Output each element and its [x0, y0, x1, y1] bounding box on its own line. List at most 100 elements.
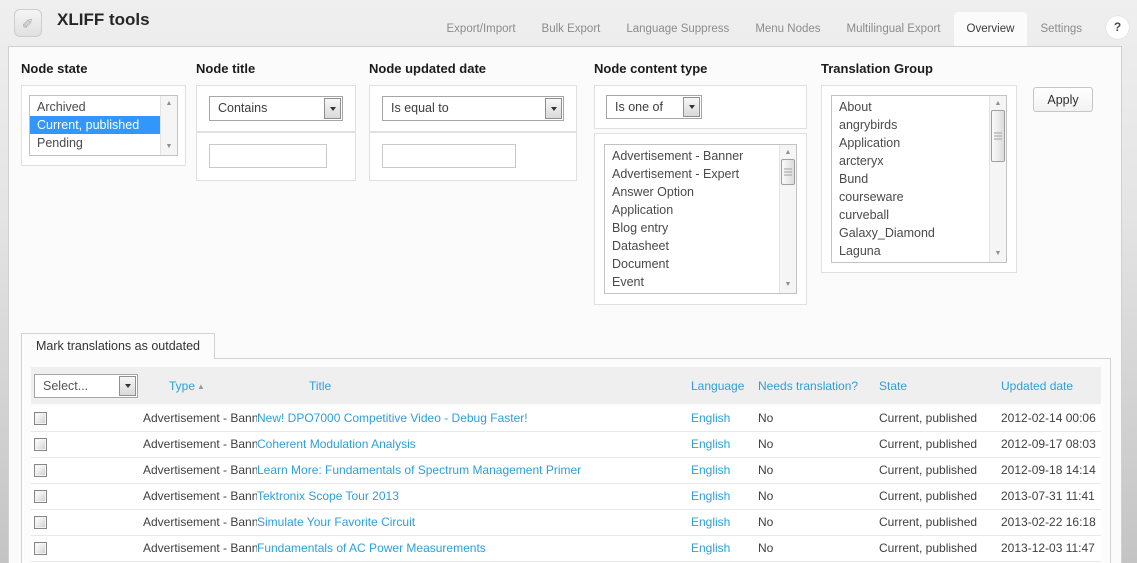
row-language-link[interactable]: English — [691, 411, 730, 425]
scrollbar-thumb[interactable] — [991, 110, 1005, 162]
row-checkbox[interactable] — [34, 490, 47, 504]
cell-state: Current, published — [879, 515, 978, 529]
row-language-link[interactable]: English — [691, 437, 730, 451]
listbox-option[interactable]: Archived — [30, 98, 160, 116]
node-state-label: Node state — [21, 61, 88, 76]
listbox-option[interactable]: angrybirds — [832, 116, 989, 134]
row-checkbox[interactable] — [34, 516, 47, 530]
column-header-state[interactable]: State — [879, 379, 907, 393]
listbox-option[interactable]: Laguna — [832, 242, 989, 260]
listbox-option[interactable]: Galaxy_Diamond — [832, 224, 989, 242]
nav-tab[interactable]: Bulk Export — [529, 12, 614, 46]
column-header-needs-translation[interactable]: Needs translation? — [758, 379, 858, 393]
cell-updated-date: 2012-09-18 14:14 — [1001, 463, 1096, 477]
node-title-operator-select[interactable]: Contains — [209, 96, 343, 121]
filter-node-title: Node title Contains — [196, 61, 356, 181]
row-language-link[interactable]: English — [691, 489, 730, 503]
bulk-action-select[interactable]: Select... — [34, 373, 138, 398]
row-title-link[interactable]: Fundamentals of AC Power Measurements — [257, 541, 486, 555]
scrollbar-thumb[interactable] — [781, 159, 795, 185]
scroll-up-icon[interactable]: ▲ — [780, 147, 796, 159]
row-language-link[interactable]: English — [691, 541, 730, 555]
scrollbar[interactable]: ▲ ▼ — [779, 145, 796, 293]
listbox-option[interactable]: About — [832, 98, 989, 116]
listbox-option[interactable]: Document — [605, 255, 779, 273]
cell-updated-date: 2013-07-31 11:41 — [1001, 489, 1095, 503]
scroll-down-icon[interactable]: ▼ — [780, 279, 796, 291]
column-header-language[interactable]: Language — [691, 379, 744, 393]
listbox-option[interactable]: Pending — [30, 134, 160, 152]
listbox-option[interactable]: Application — [832, 134, 989, 152]
cell-type: Advertisement - Banner — [143, 515, 257, 529]
bulk-action-value: Select... — [43, 378, 89, 393]
nav-tab[interactable]: Language Suppress — [613, 12, 742, 46]
cell-needs-translation: No — [758, 541, 774, 555]
apply-button[interactable]: Apply — [1033, 87, 1093, 112]
scrollbar[interactable]: ▲ ▼ — [989, 96, 1006, 262]
column-header-updated-date[interactable]: Updated date — [1001, 379, 1073, 393]
listbox-option[interactable]: Advertisement - Expert — [605, 165, 779, 183]
edit-page-button[interactable]: ✎ — [14, 9, 42, 37]
row-language-link[interactable]: English — [691, 463, 730, 477]
row-checkbox[interactable] — [34, 464, 47, 478]
node-updated-operator-select[interactable]: Is equal to — [382, 96, 564, 121]
content-type-list-box: Advertisement - Banner Advertisement - E… — [594, 133, 807, 305]
listbox-option[interactable]: Bund — [832, 170, 989, 188]
row-title-link[interactable]: Learn More: Fundamentals of Spectrum Man… — [257, 463, 581, 477]
nav-tab[interactable]: Multilingual Export — [834, 12, 954, 46]
node-content-type-label: Node content type — [594, 61, 708, 76]
row-title-link[interactable]: New! DPO7000 Competitive Video - Debug F… — [257, 411, 528, 425]
chevron-down-icon[interactable] — [324, 98, 341, 119]
listbox-option[interactable]: Event — [605, 273, 779, 291]
listbox-option[interactable]: arcteryx — [832, 152, 989, 170]
cell-state: Current, published — [879, 411, 978, 426]
cell-needs-translation: No — [758, 437, 774, 451]
mark-translations-outdated-tab[interactable]: Mark translations as outdated — [21, 333, 215, 359]
table-row: Advertisement - Banner Coherent Modulati… — [31, 431, 1101, 457]
scrollbar[interactable]: ▲ ▼ — [160, 96, 177, 155]
scroll-down-icon[interactable]: ▼ — [161, 141, 177, 153]
chevron-down-icon[interactable] — [683, 97, 700, 117]
listbox-option[interactable]: Advertisement - Banner — [605, 147, 779, 165]
row-title-link[interactable]: Coherent Modulation Analysis — [257, 437, 416, 451]
help-button[interactable]: ? — [1106, 16, 1129, 39]
content-type-operator-select[interactable]: Is one of — [606, 95, 702, 119]
listbox-option[interactable]: Current, published — [30, 116, 160, 134]
row-title-link[interactable]: Tektronix Scope Tour 2013 — [257, 489, 399, 503]
scroll-up-icon[interactable]: ▲ — [990, 98, 1006, 110]
node-title-input[interactable] — [209, 144, 327, 168]
overview-panel: Node state Archived Current, published P… — [8, 46, 1122, 563]
selected-operator: Is one of — [615, 100, 663, 114]
table-header-row: Select... Type ▲ Title Language Needs tra… — [31, 367, 1101, 405]
cell-state: Current, published — [879, 437, 978, 451]
listbox-option[interactable]: Answer Option — [605, 183, 779, 201]
row-checkbox[interactable] — [34, 542, 47, 556]
top-bar: ✎ XLIFF tools Export/Import Bulk Export … — [0, 0, 1137, 46]
filter-translation-group: Translation Group About angrybirds Appli… — [821, 61, 1017, 273]
cell-type: Advertisement - Banner — [143, 411, 257, 426]
listbox-option[interactable]: Application — [605, 201, 779, 219]
scroll-down-icon[interactable]: ▼ — [990, 248, 1006, 260]
listbox-option[interactable]: Blog entry — [605, 219, 779, 237]
column-header-type[interactable]: Type — [169, 379, 195, 393]
question-mark-icon: ? — [1113, 20, 1122, 34]
node-updated-date-input[interactable] — [382, 144, 516, 168]
filter-node-content-type: Node content type Is one of Advertisemen… — [594, 61, 807, 305]
column-header-title[interactable]: Title — [309, 379, 331, 393]
scroll-up-icon[interactable]: ▲ — [161, 98, 177, 110]
nav-tab[interactable]: Export/Import — [434, 12, 529, 46]
listbox-option[interactable]: courseware — [832, 188, 989, 206]
nav-tab[interactable]: Menu Nodes — [742, 12, 833, 46]
selected-operator: Is equal to — [391, 101, 449, 115]
row-title-link[interactable]: Simulate Your Favorite Circuit — [257, 515, 415, 529]
row-checkbox[interactable] — [34, 412, 47, 426]
chevron-down-icon[interactable] — [545, 98, 562, 119]
listbox-option[interactable]: curveball — [832, 206, 989, 224]
node-updated-value-box — [369, 132, 577, 181]
nav-tab[interactable]: Settings — [1027, 12, 1095, 46]
row-language-link[interactable]: English — [691, 515, 730, 529]
listbox-option[interactable]: Datasheet — [605, 237, 779, 255]
row-checkbox[interactable] — [34, 438, 47, 452]
chevron-down-icon[interactable] — [119, 375, 136, 396]
nav-tab[interactable]: Overview — [953, 12, 1028, 46]
